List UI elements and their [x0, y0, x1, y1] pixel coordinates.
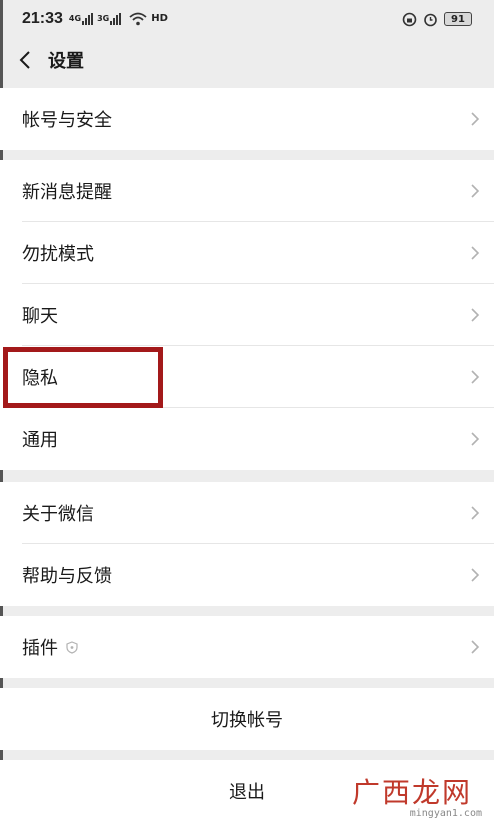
chevron-right-icon	[471, 432, 480, 446]
settings-item-about[interactable]: 关于微信	[0, 482, 494, 544]
switch-account-button[interactable]: 切换帐号	[0, 688, 494, 750]
settings-item-label: 插件	[22, 634, 78, 660]
settings-item-label: 通用	[22, 430, 58, 451]
chevron-right-icon	[471, 640, 480, 654]
chevron-right-icon	[471, 112, 480, 126]
shield-icon	[66, 640, 78, 654]
settings-item-help-feedback[interactable]: 帮助与反馈	[0, 544, 494, 606]
network-label: HD	[151, 13, 168, 24]
general-group: 新消息提醒 勿扰模式 聊天 隐私 通用	[0, 160, 494, 470]
switch-account-label: 切换帐号	[211, 710, 283, 731]
settings-item-label: 新消息提醒	[22, 182, 112, 203]
settings-item-label: 勿扰模式	[22, 244, 94, 265]
lock-rotation-icon	[402, 12, 417, 26]
privacy-highlight-box	[3, 347, 163, 408]
signal-label-4g: 4G	[68, 14, 82, 23]
settings-item-notifications[interactable]: 新消息提醒	[0, 160, 494, 222]
battery-icon: 91	[444, 12, 472, 26]
nav-bar: 设置	[0, 38, 494, 82]
chevron-right-icon	[471, 568, 480, 582]
plugins-label: 插件	[22, 638, 58, 659]
settings-item-label: 帮助与反馈	[22, 566, 112, 587]
plugins-group: 插件	[0, 616, 494, 678]
watermark-url: mingyan1.com	[409, 808, 482, 819]
chevron-right-icon	[471, 308, 480, 322]
signal-icon	[82, 13, 94, 25]
account-group: 帐号与安全	[0, 88, 494, 150]
wifi-icon	[129, 12, 147, 26]
status-time: 21:33	[22, 10, 63, 27]
settings-item-do-not-disturb[interactable]: 勿扰模式	[0, 222, 494, 284]
chevron-right-icon	[471, 370, 480, 384]
back-icon[interactable]	[18, 49, 40, 71]
watermark-logo: 广西龙网	[351, 776, 472, 809]
chevron-right-icon	[471, 246, 480, 260]
alarm-icon	[424, 13, 437, 26]
chevron-right-icon	[471, 184, 480, 198]
signal-icon-2	[110, 13, 122, 25]
logout-label: 退出	[229, 782, 265, 803]
settings-item-general[interactable]: 通用	[0, 408, 494, 470]
settings-item-plugins[interactable]: 插件	[0, 616, 494, 678]
chevron-right-icon	[471, 506, 480, 520]
settings-item-label: 帐号与安全	[22, 110, 112, 131]
settings-item-label: 关于微信	[22, 504, 94, 525]
signal-label-3g: 3G	[97, 14, 110, 23]
page-title: 设置	[48, 51, 84, 72]
settings-item-chat[interactable]: 聊天	[0, 284, 494, 346]
about-group: 关于微信 帮助与反馈	[0, 482, 494, 606]
settings-item-label: 聊天	[22, 306, 58, 327]
status-bar: 21:33 4G 3G HD 91	[0, 0, 494, 38]
status-right: 91	[402, 12, 472, 27]
settings-item-account-security[interactable]: 帐号与安全	[0, 88, 494, 150]
